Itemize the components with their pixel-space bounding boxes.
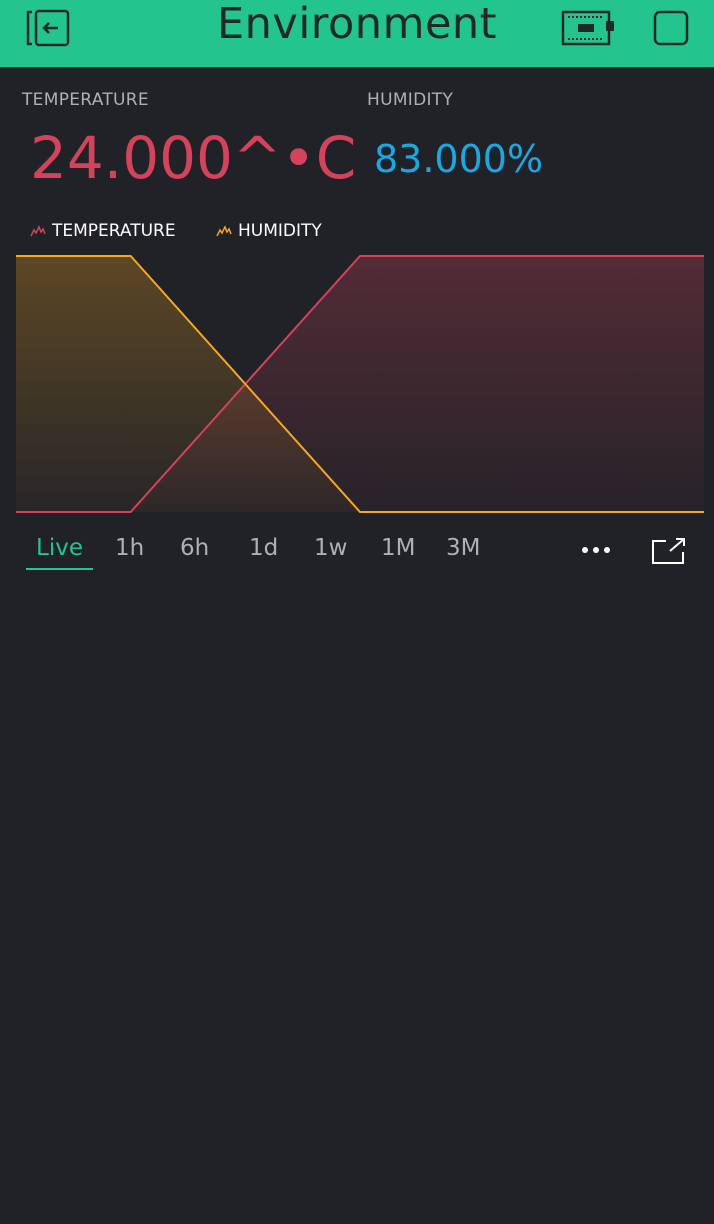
tab-1d[interactable]: 1d bbox=[249, 530, 278, 566]
tab-1w[interactable]: 1w bbox=[314, 530, 347, 566]
expand-icon[interactable] bbox=[650, 536, 688, 566]
tab-1h[interactable]: 1h bbox=[115, 530, 144, 566]
legend-temperature[interactable]: TEMPERATURE bbox=[30, 220, 176, 242]
humidity-label: HUMIDITY bbox=[367, 90, 454, 110]
legend-label: TEMPERATURE bbox=[52, 221, 176, 241]
legend-humidity[interactable]: HUMIDITY bbox=[216, 220, 322, 242]
tab-1m[interactable]: 1M bbox=[381, 530, 415, 566]
temperature-label: TEMPERATURE bbox=[22, 90, 149, 110]
superchart[interactable] bbox=[16, 248, 704, 518]
more-dots-icon[interactable] bbox=[578, 540, 614, 560]
humidity-value: 83.000% bbox=[374, 137, 544, 181]
chart-line-icon bbox=[30, 225, 46, 237]
tab-live[interactable]: Live bbox=[26, 530, 93, 570]
header-bar: Environment bbox=[0, 0, 714, 67]
device-icon[interactable] bbox=[560, 8, 620, 48]
temperature-value: 24.000^•C bbox=[30, 124, 357, 192]
tab-3m[interactable]: 3M bbox=[446, 530, 480, 566]
chart-line-icon bbox=[216, 225, 232, 237]
legend-label: HUMIDITY bbox=[238, 221, 322, 241]
square-icon[interactable] bbox=[652, 8, 690, 48]
tab-6h[interactable]: 6h bbox=[180, 530, 209, 566]
